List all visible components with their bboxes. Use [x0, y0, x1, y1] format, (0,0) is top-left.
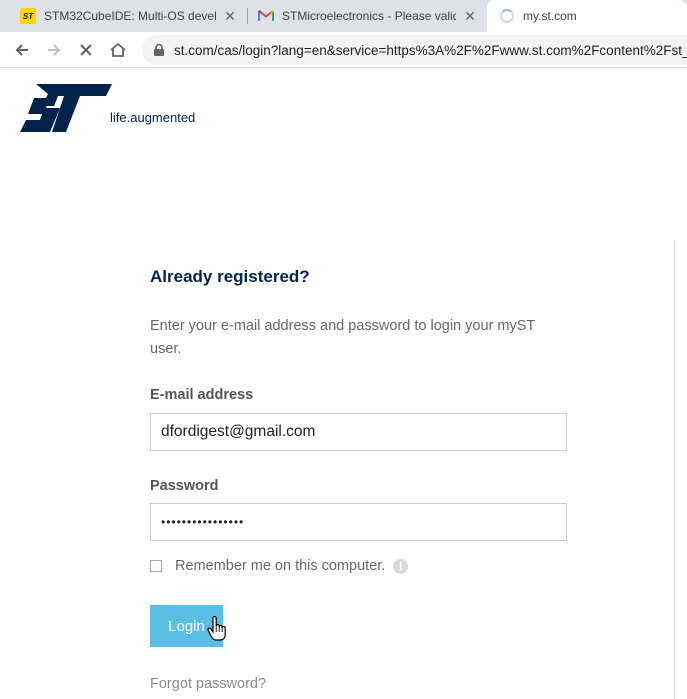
back-button[interactable] [8, 36, 36, 64]
close-tab-icon[interactable]: ✕ [222, 8, 238, 24]
stop-loading-button[interactable] [72, 36, 100, 64]
info-icon[interactable]: i [393, 558, 409, 574]
browser-tab-strip: ST STM32CubeIDE: Multi-OS develo ✕ STMic… [0, 0, 687, 32]
browser-tab-gmail[interactable]: STMicroelectronics - Please valid ✕ [248, 0, 486, 32]
tab-title: my.st.com [523, 9, 577, 23]
browser-tab-myst-active[interactable]: my.st.com [487, 0, 687, 32]
password-field[interactable] [150, 503, 567, 541]
remember-me-checkbox[interactable] [150, 560, 162, 572]
browser-tab-stm32cubeide[interactable]: ST STM32CubeIDE: Multi-OS develo ✕ [8, 0, 246, 32]
gmail-icon [258, 8, 274, 24]
remember-me-row: Remember me on this computer. i [150, 558, 409, 574]
url-text: st.com/cas/login?lang=en&service=https%3… [174, 42, 687, 58]
st-logo-mark-icon [20, 84, 112, 132]
forward-button[interactable] [40, 36, 68, 64]
st-favicon-icon: ST [20, 8, 36, 24]
st-logo[interactable]: life.augmented [20, 84, 210, 134]
home-icon [110, 42, 126, 57]
home-button[interactable] [104, 36, 132, 64]
address-bar[interactable]: st.com/cas/login?lang=en&service=https%3… [142, 35, 687, 65]
browser-toolbar: st.com/cas/login?lang=en&service=https%3… [0, 32, 687, 68]
column-divider [674, 240, 675, 699]
login-heading: Already registered? [150, 267, 310, 286]
forward-arrow-icon [48, 44, 61, 56]
forgot-password-link[interactable]: Forgot password? [150, 676, 266, 692]
tab-title: STMicroelectronics - Please valid [282, 9, 456, 23]
close-tab-icon[interactable]: ✕ [462, 8, 478, 24]
email-label: E-mail address [150, 387, 254, 403]
login-intro-text: Enter your e-mail address and password t… [150, 318, 535, 357]
brand-tagline: life.augmented [110, 110, 196, 125]
remember-me-label[interactable]: Remember me on this computer. [175, 558, 385, 574]
email-field[interactable] [150, 413, 567, 451]
stop-x-icon [80, 44, 92, 56]
back-arrow-icon [15, 44, 28, 56]
loading-spinner-icon [499, 8, 515, 24]
tab-title: STM32CubeIDE: Multi-OS develo [44, 9, 216, 23]
hand-pointer-cursor-icon [207, 616, 226, 641]
lock-icon [154, 43, 164, 56]
password-label: Password [150, 478, 219, 494]
